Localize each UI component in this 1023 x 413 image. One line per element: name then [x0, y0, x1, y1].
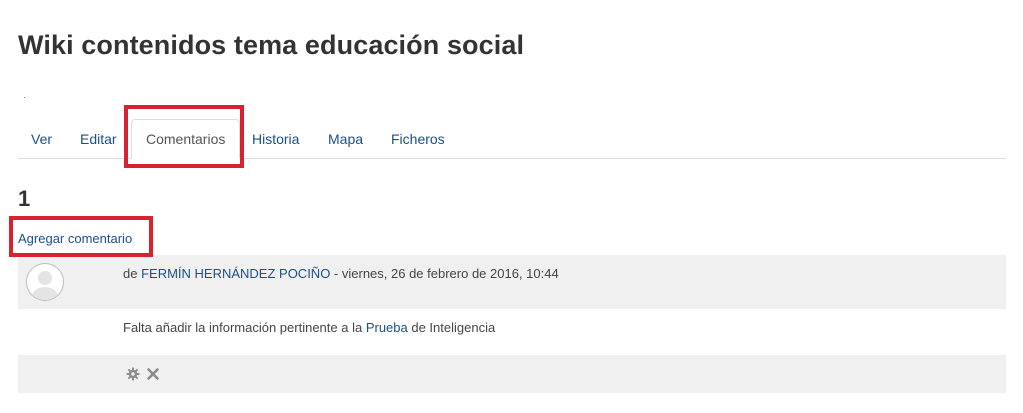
comment-text: Falta añadir la información pertinente a…: [123, 320, 495, 335]
close-icon[interactable]: [146, 367, 160, 381]
tab-ver[interactable]: Ver: [31, 120, 52, 158]
tab-ficheros[interactable]: Ficheros: [391, 120, 445, 158]
prueba-link[interactable]: Prueba: [366, 320, 408, 335]
tab-comentarios[interactable]: Comentarios: [131, 119, 241, 159]
author-link[interactable]: FERMÍN HERNÁNDEZ POCIÑO: [141, 266, 330, 281]
page-title: Wiki contenidos tema educación social: [18, 30, 525, 60]
avatar[interactable]: [26, 263, 64, 301]
comment-text-after: de Inteligencia: [407, 320, 496, 335]
wiki-comments-page: Wiki contenidos tema educación social Ve…: [0, 0, 1023, 413]
tab-editar[interactable]: Editar: [80, 120, 117, 158]
comment-meta: de FERMÍN HERNÁNDEZ POCIÑO - viernes, 26…: [123, 266, 559, 281]
comment-count: 1: [18, 186, 31, 211]
wiki-tabs: Ver Editar Comentarios Historia Mapa Fic…: [18, 119, 1006, 159]
comment-text-before: Falta añadir la información pertinente a…: [123, 320, 366, 335]
comment-header: de FERMÍN HERNÁNDEZ POCIÑO - viernes, 26…: [18, 255, 1006, 309]
user-silhouette-icon: [32, 271, 58, 300]
tab-mapa[interactable]: Mapa: [328, 120, 363, 158]
by-prefix: de: [123, 266, 142, 281]
add-comment-link[interactable]: Agregar comentario: [18, 231, 132, 246]
comment-date: - viernes, 26 de febrero de 2016, 10:44: [330, 266, 559, 281]
comment-actions: [18, 355, 1006, 393]
gear-icon[interactable]: [126, 367, 140, 381]
tab-historia[interactable]: Historia: [252, 120, 299, 158]
separator-dot: [24, 97, 25, 98]
